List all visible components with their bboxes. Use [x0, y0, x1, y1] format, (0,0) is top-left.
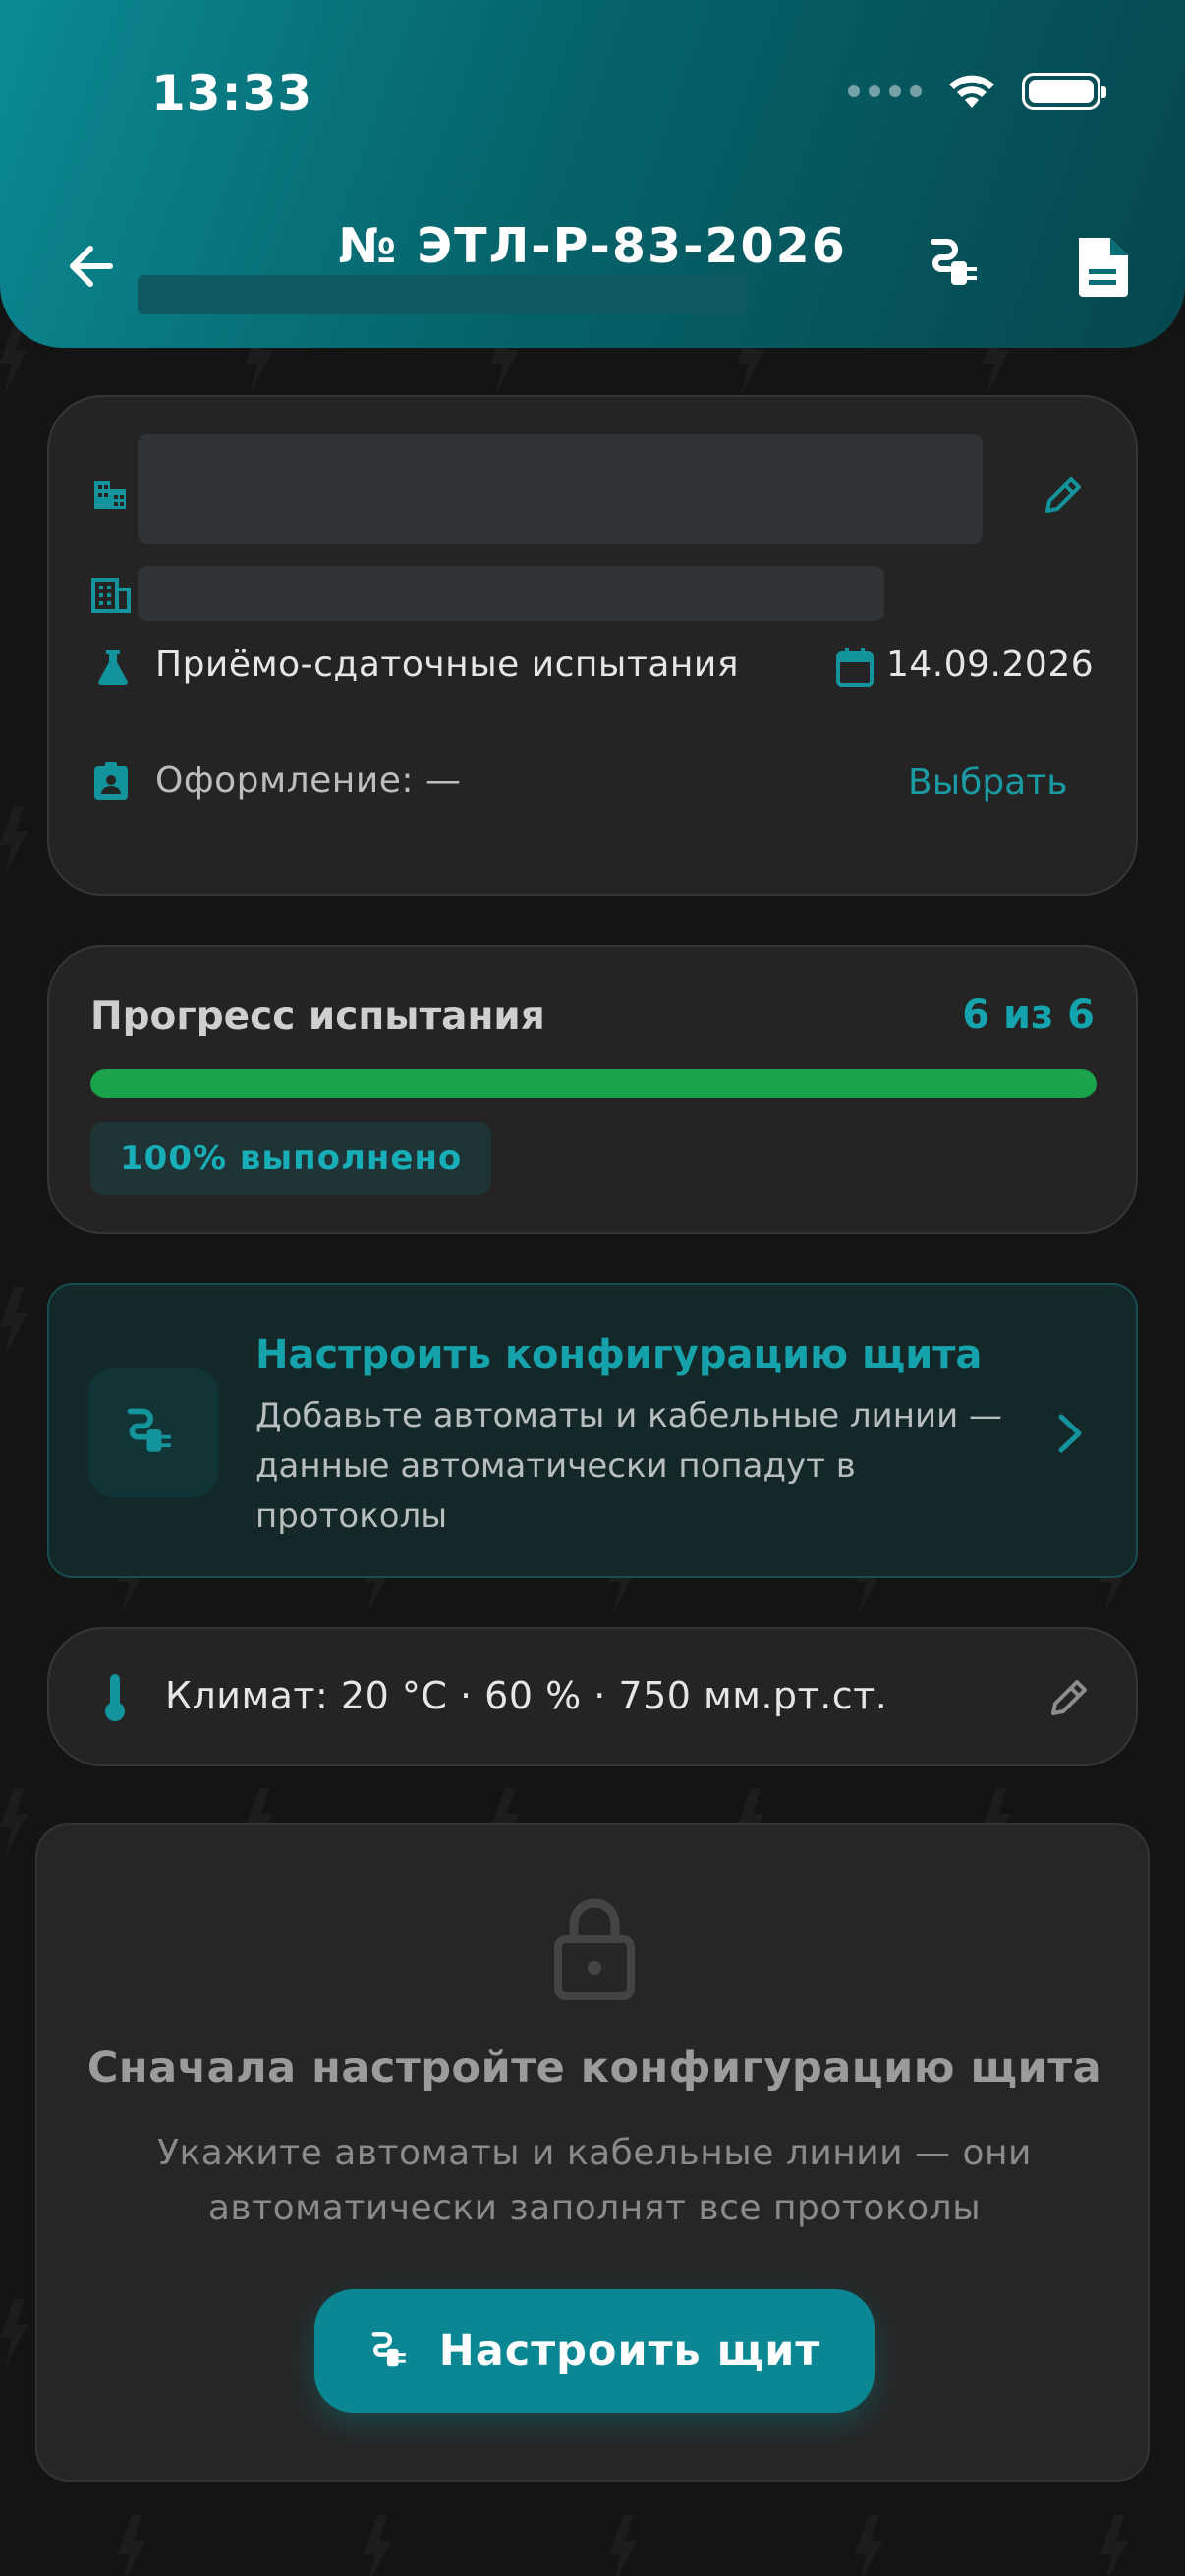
progress-percent-badge: 100% выполнено [90, 1122, 492, 1195]
signal-dots-icon [848, 85, 922, 97]
progress-title: Прогресс испытания [90, 994, 545, 1038]
configure-panel-button-label: Настроить щит [438, 2326, 821, 2376]
electrical-plug-icon[interactable] [926, 232, 990, 297]
object-info-card: Приёмо-сдаточные испытания 14.09.2026 Оф… [47, 395, 1138, 896]
app-header: 13:33 № ЭТЛ-Р-83-2026 [0, 0, 1185, 348]
subtitle-redacted [138, 275, 747, 314]
building-icon [94, 481, 126, 509]
locked-protocols-card: Сначала настройте конфигурацию щита Укаж… [35, 1823, 1150, 2482]
status-time: 13:33 [151, 65, 313, 122]
config-title: Настроить конфигурацию щита [255, 1332, 983, 1377]
battery-icon [1022, 73, 1106, 110]
config-icon-box [88, 1368, 218, 1497]
office-building-icon [91, 578, 131, 613]
thermometer-icon [105, 1674, 125, 1721]
edit-pencil-icon[interactable] [1042, 474, 1085, 517]
test-date[interactable]: 14.09.2026 [886, 644, 1094, 685]
badge-contact-icon [94, 762, 128, 800]
address-redacted [138, 566, 884, 621]
lock-icon [554, 1898, 635, 2000]
test-type: Приёмо-сдаточные испытания [155, 644, 739, 685]
climate-card: Климат: 20 °C · 60 % · 750 мм.рт.ст. [47, 1627, 1138, 1766]
registration-label: Оформление: — [155, 760, 462, 801]
status-icons [848, 73, 1106, 110]
chevron-right-icon [1058, 1414, 1082, 1453]
electrical-plug-icon [371, 2332, 406, 2367]
object-name-redacted [138, 434, 983, 544]
edit-pencil-icon[interactable] [1047, 1676, 1091, 1719]
configure-panel-button[interactable]: Настроить щит [314, 2289, 875, 2413]
progress-count: 6 из 6 [962, 992, 1095, 1037]
flask-icon [98, 650, 128, 685]
configure-panel-card[interactable]: Настроить конфигурацию щита Добавьте авт… [47, 1283, 1138, 1578]
electrical-plug-icon [127, 1408, 171, 1452]
calendar-icon[interactable] [835, 646, 875, 688]
config-description: Добавьте автоматы и кабельные линии — да… [255, 1396, 1002, 1536]
wifi-icon [949, 75, 994, 108]
locked-title: Сначала настройте конфигурацию щита [86, 2044, 1102, 2093]
select-registration-link[interactable]: Выбрать [908, 762, 1067, 803]
progress-bar-fill [90, 1069, 1097, 1098]
locked-description: Укажите автоматы и кабельные линии — они… [157, 2133, 1032, 2228]
document-icon[interactable] [1073, 234, 1134, 299]
climate-text: Климат: 20 °C · 60 % · 750 мм.рт.ст. [165, 1674, 888, 1717]
page-title: № ЭТЛ-Р-83-2026 [338, 218, 847, 274]
progress-card: Прогресс испытания 6 из 6 100% выполнено [47, 945, 1138, 1234]
progress-bar [90, 1069, 1097, 1098]
